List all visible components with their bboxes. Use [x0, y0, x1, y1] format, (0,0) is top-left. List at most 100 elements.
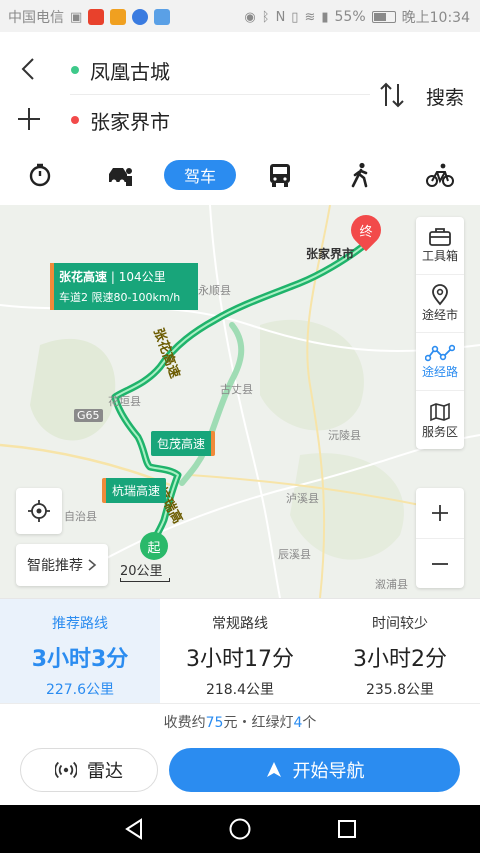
route-options: 推荐路线 3小时3分 227.6公里 常规路线 3小时17分 218.4公里 时…: [0, 598, 480, 704]
place-chenxi: 辰溪县: [278, 548, 311, 561]
service-area-label: 服务区: [421, 424, 458, 439]
battery-percent: 55%: [334, 9, 366, 25]
highway-info-card[interactable]: 张花高速 | 104公里 车道2 限速80-100km/h: [50, 263, 198, 310]
chevron-right-icon: [88, 559, 97, 571]
smart-recommend-button[interactable]: 智能推荐: [16, 544, 108, 586]
app-notification-icon: [88, 9, 105, 25]
place-guzhang: 古丈县: [220, 383, 253, 396]
map-tool-panel: 工具箱 途经市 途经路 服务区: [416, 217, 464, 449]
destination-input[interactable]: 张家界市: [90, 106, 170, 135]
route-distance: 235.8公里: [365, 682, 435, 698]
app-notification-icon-3: [132, 9, 149, 25]
tab-drive[interactable]: 驾车: [164, 160, 236, 190]
timer-icon: [29, 163, 51, 187]
map-view[interactable]: 永顺县 古丈县 花垣县 沅陵县 泸溪县 辰溪县 溆浦县 自治县 G65 张家界市…: [0, 205, 480, 598]
route-label: 推荐路线: [52, 616, 108, 632]
app-notification-icon-2: [110, 9, 127, 25]
transport-mode-tabs: [0, 150, 480, 205]
tab-bike[interactable]: [420, 160, 460, 190]
start-navigation-label: 开始导航: [292, 761, 365, 782]
highway-name: 张花高速: [59, 270, 108, 284]
system-recents-button[interactable]: [335, 817, 359, 841]
system-navigation-bar: [0, 805, 480, 853]
square-recents-icon: [338, 820, 356, 838]
plus-icon: [432, 505, 448, 521]
route-option-regular[interactable]: 常规路线 3小时17分 218.4公里: [160, 599, 320, 704]
radar-label: 雷达: [87, 761, 123, 782]
origin-input[interactable]: 凤凰古城: [90, 56, 170, 85]
toolbox-button[interactable]: 工具箱: [416, 217, 464, 275]
via-city-label: 途经市: [421, 308, 458, 322]
divider: [70, 94, 370, 95]
bike-icon: [426, 163, 454, 187]
navigation-arrow-icon: [266, 762, 281, 777]
highway-tag-baomao[interactable]: 包茂高速: [151, 431, 216, 456]
carrier-text: 中国电信: [8, 10, 64, 26]
add-waypoint-button[interactable]: [14, 104, 44, 134]
toll-prefix: 收费约: [163, 715, 206, 731]
via-road-button[interactable]: 途经路: [416, 333, 464, 391]
crosshair-icon: [28, 500, 50, 522]
tab-taxi[interactable]: [100, 160, 140, 190]
route-label: 时间较少: [372, 616, 428, 632]
start-marker-label: 起: [147, 540, 161, 556]
my-location-button[interactable]: [16, 488, 62, 534]
route-time: 3小时3分: [31, 647, 129, 672]
toolbox-icon: [429, 228, 451, 246]
bus-icon: [270, 164, 290, 187]
signal-icon: ▮: [321, 9, 329, 25]
walk-icon: [351, 162, 368, 188]
toll-amount: 75: [205, 715, 224, 731]
clock-text: 晚上10:34: [401, 10, 470, 26]
map-scale-bar: [120, 578, 170, 582]
route-header: 凤凰古城 张家界市 搜索: [0, 32, 480, 150]
bluetooth-icon: ᛒ: [261, 9, 270, 25]
status-bar: 中国电信 ▣ ◉ ᛒ N ▯ ≋ ▮ 55% 晚上10:34: [0, 0, 480, 32]
radar-button[interactable]: 雷达: [20, 748, 158, 792]
app-notification-icon-4: [154, 9, 171, 25]
highway-detail: 车道2 限速80-100km/h: [59, 291, 181, 304]
highway-tag-hangrui[interactable]: 杭瑞高速: [102, 478, 167, 503]
tab-bus[interactable]: [260, 160, 300, 190]
place-luxi: 泸溪县: [286, 492, 319, 505]
highway-distance: 104公里: [118, 270, 166, 284]
location-status-icon: ◉: [244, 9, 256, 25]
route-icon: [425, 344, 455, 362]
route-option-recommended[interactable]: 推荐路线 3小时3分 227.6公里: [0, 599, 160, 704]
place-huayuan: 花垣县: [108, 395, 141, 408]
service-area-button[interactable]: 服务区: [416, 391, 464, 449]
via-city-button[interactable]: 途经市: [416, 275, 464, 333]
toll-info: 收费约75元・红绿灯4个: [0, 703, 480, 741]
minus-icon: [432, 562, 448, 565]
back-button[interactable]: [14, 54, 44, 84]
route-distance: 227.6公里: [45, 682, 115, 698]
tab-timer[interactable]: [20, 160, 60, 190]
toolbox-label: 工具箱: [421, 249, 458, 263]
smart-recommend-label: 智能推荐: [27, 558, 83, 574]
plus-icon: [18, 108, 40, 130]
taxi-icon: [109, 168, 132, 186]
zoom-in-button[interactable]: [416, 488, 464, 538]
swap-button[interactable]: [378, 80, 406, 110]
system-back-button[interactable]: [122, 817, 146, 841]
back-arrow-icon: [21, 58, 34, 80]
search-button[interactable]: 搜索: [426, 83, 464, 110]
zoom-out-button[interactable]: [416, 538, 464, 588]
location-pin-icon: [432, 284, 448, 306]
toll-mid: 元・红绿灯: [223, 715, 294, 731]
nfc-icon: N: [275, 9, 286, 25]
destination-dot-icon: [71, 116, 79, 124]
tab-walk[interactable]: [340, 160, 380, 190]
city-zhangjiajie: 张家界市: [306, 247, 355, 261]
battery-icon: [371, 11, 396, 23]
place-yuanling: 沅陵县: [328, 429, 361, 442]
route-label: 常规路线: [212, 616, 268, 632]
route-option-fastest[interactable]: 时间较少 3小时2分 235.8公里: [320, 599, 480, 704]
route-distance: 218.4公里: [205, 682, 275, 698]
system-home-button[interactable]: [228, 817, 252, 841]
place-yongshun: 永顺县: [198, 284, 231, 297]
start-navigation-button[interactable]: 开始导航: [169, 748, 460, 792]
swap-arrows-icon: [380, 82, 404, 108]
place-zizhi: 自治县: [64, 510, 97, 523]
wifi-icon: ≋: [304, 9, 316, 25]
